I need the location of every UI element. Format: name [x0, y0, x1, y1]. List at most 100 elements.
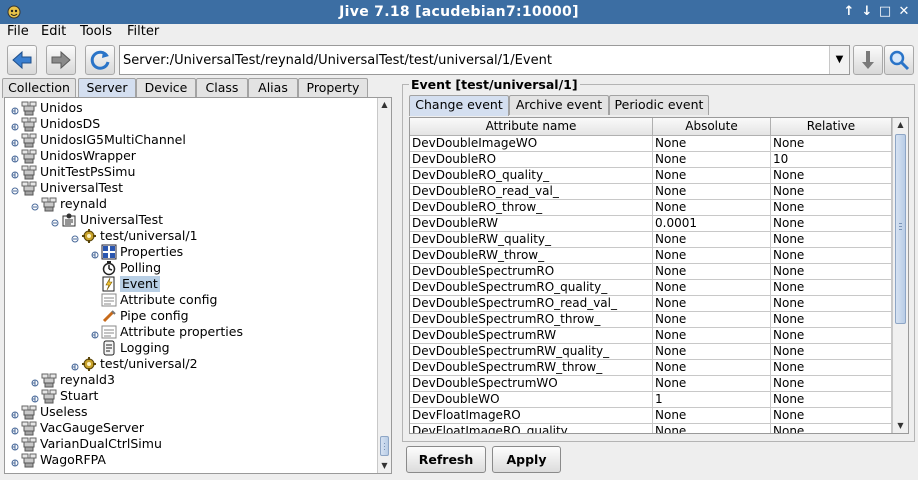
absolute-cell[interactable]: 1	[653, 392, 771, 408]
tree-node[interactable]: VacGaugeServer	[5, 420, 377, 436]
relative-cell[interactable]: 10	[771, 152, 892, 168]
tree-node[interactable]: reynald	[5, 196, 377, 212]
table-row[interactable]: DevDoubleRW_quality_ None None	[410, 232, 892, 248]
table-scroll-thumb[interactable]	[895, 134, 906, 324]
relative-cell[interactable]: None	[771, 408, 892, 424]
expand-toggle-icon[interactable]	[91, 248, 99, 259]
tree-node[interactable]: Pipe config	[5, 308, 377, 324]
expand-toggle-icon[interactable]	[11, 440, 19, 451]
window-up-button[interactable]: ↑	[841, 3, 857, 20]
tree-scroll-thumb[interactable]	[380, 436, 389, 456]
table-row[interactable]: DevDoubleSpectrumRO_quality_ None None	[410, 280, 892, 296]
expand-toggle-icon[interactable]	[11, 408, 19, 419]
tree-node[interactable]: UniversalTest	[5, 180, 377, 196]
expand-toggle-icon[interactable]	[91, 328, 99, 339]
maximize-button[interactable]: □	[877, 3, 893, 20]
relative-cell[interactable]: None	[771, 232, 892, 248]
relative-cell[interactable]: None	[771, 168, 892, 184]
absolute-cell[interactable]: 0.0001	[653, 216, 771, 232]
tree-node[interactable]: Polling	[5, 260, 377, 276]
scroll-down-arrow-icon[interactable]: ▼	[378, 459, 391, 473]
column-header-absolute[interactable]: Absolute	[653, 118, 771, 136]
relative-cell[interactable]: None	[771, 216, 892, 232]
table-vertical-scrollbar[interactable]: ▲ ▼	[892, 118, 908, 433]
relative-cell[interactable]: None	[771, 280, 892, 296]
expand-toggle-icon[interactable]	[11, 120, 19, 131]
table-row[interactable]: DevDoubleSpectrumWO None None	[410, 376, 892, 392]
address-input[interactable]: Server:/UniversalTest/reynald/UniversalT…	[123, 53, 552, 68]
absolute-cell[interactable]: None	[653, 136, 771, 152]
absolute-cell[interactable]: None	[653, 184, 771, 200]
relative-cell[interactable]: None	[771, 392, 892, 408]
table-row[interactable]: DevDoubleSpectrumRO None None	[410, 264, 892, 280]
relative-cell[interactable]: None	[771, 136, 892, 152]
tree-node[interactable]: VarianDualCtrlSimu	[5, 436, 377, 452]
table-row[interactable]: DevDoubleRO_quality_ None None	[410, 168, 892, 184]
tab-server[interactable]: Server	[78, 78, 136, 99]
tab-periodic-event[interactable]: Periodic event	[609, 95, 709, 115]
absolute-cell[interactable]: None	[653, 408, 771, 424]
relative-cell[interactable]: None	[771, 328, 892, 344]
absolute-cell[interactable]: None	[653, 168, 771, 184]
table-row[interactable]: DevDoubleRW 0.0001 None	[410, 216, 892, 232]
back-button[interactable]	[7, 45, 37, 75]
event-table[interactable]: Attribute name Absolute Relative DevDouble…	[409, 117, 909, 434]
table-row[interactable]: DevDoubleWO 1 None	[410, 392, 892, 408]
tree-node[interactable]: UnidosWrapper	[5, 148, 377, 164]
tab-device[interactable]: Device	[136, 78, 196, 98]
relative-cell[interactable]: None	[771, 376, 892, 392]
tab-collection[interactable]: Collection	[2, 78, 76, 98]
absolute-cell[interactable]: None	[653, 248, 771, 264]
table-row[interactable]: DevDoubleSpectrumRW_quality_ None None	[410, 344, 892, 360]
tab-property[interactable]: Property	[298, 78, 368, 98]
expand-toggle-icon[interactable]	[31, 376, 39, 387]
tree-vertical-scrollbar[interactable]: ▲ ▼	[377, 98, 391, 473]
table-row[interactable]: DevDoubleRO_read_val_ None None	[410, 184, 892, 200]
relative-cell[interactable]: None	[771, 296, 892, 312]
expand-toggle-icon[interactable]	[11, 424, 19, 435]
scroll-up-arrow-icon[interactable]: ▲	[378, 98, 391, 112]
refresh-tree-button[interactable]	[85, 45, 115, 75]
tab-archive-event[interactable]: Archive event	[509, 95, 609, 115]
absolute-cell[interactable]: None	[653, 152, 771, 168]
tree-node[interactable]: UnidosDS	[5, 116, 377, 132]
table-scroll-down-arrow-icon[interactable]: ▼	[893, 419, 908, 433]
relative-cell[interactable]: None	[771, 184, 892, 200]
refresh-button[interactable]: Refresh	[406, 446, 486, 473]
go-down-button[interactable]	[853, 45, 883, 75]
tree-node[interactable]: Properties	[5, 244, 377, 260]
collapse-toggle-icon[interactable]	[71, 232, 79, 243]
expand-toggle-icon[interactable]	[11, 456, 19, 467]
table-row[interactable]: DevFloatImageRO None None	[410, 408, 892, 424]
address-combobox[interactable]: Server:/UniversalTest/reynald/UniversalT…	[119, 45, 850, 75]
absolute-cell[interactable]: None	[653, 264, 771, 280]
absolute-cell[interactable]: None	[653, 344, 771, 360]
tree-node[interactable]: Logging	[5, 340, 377, 356]
table-scroll-up-arrow-icon[interactable]: ▲	[893, 118, 908, 132]
absolute-cell[interactable]: None	[653, 280, 771, 296]
menu-file[interactable]: File	[7, 24, 29, 40]
table-row[interactable]: DevDoubleImageWO None None	[410, 136, 892, 152]
menu-tools[interactable]: Tools	[80, 24, 112, 40]
collapse-toggle-icon[interactable]	[51, 216, 59, 227]
relative-cell[interactable]: None	[771, 264, 892, 280]
server-tree[interactable]: Unidos UnidosDS UnidosIG5MultiChannel Unido…	[4, 97, 392, 474]
tree-node[interactable]: test/universal/2	[5, 356, 377, 372]
tree-node[interactable]: test/universal/1	[5, 228, 377, 244]
expand-toggle-icon[interactable]	[31, 392, 39, 403]
search-button[interactable]	[884, 45, 914, 75]
tab-class[interactable]: Class	[196, 78, 248, 98]
relative-cell[interactable]: None	[771, 360, 892, 376]
tab-alias[interactable]: Alias	[248, 78, 298, 98]
table-row[interactable]: DevDoubleSpectrumRW_throw_ None None	[410, 360, 892, 376]
minimize-button[interactable]: ↓	[859, 3, 875, 20]
relative-cell[interactable]: None	[771, 200, 892, 216]
table-row[interactable]: DevDoubleRO_throw_ None None	[410, 200, 892, 216]
chevron-down-icon[interactable]: ▼	[829, 46, 849, 74]
collapse-toggle-icon[interactable]	[11, 184, 19, 195]
close-button[interactable]: ✕	[896, 3, 912, 20]
menu-edit[interactable]: Edit	[41, 24, 66, 40]
expand-toggle-icon[interactable]	[11, 168, 19, 179]
absolute-cell[interactable]: None	[653, 376, 771, 392]
menu-filter[interactable]: Filter	[127, 24, 159, 40]
